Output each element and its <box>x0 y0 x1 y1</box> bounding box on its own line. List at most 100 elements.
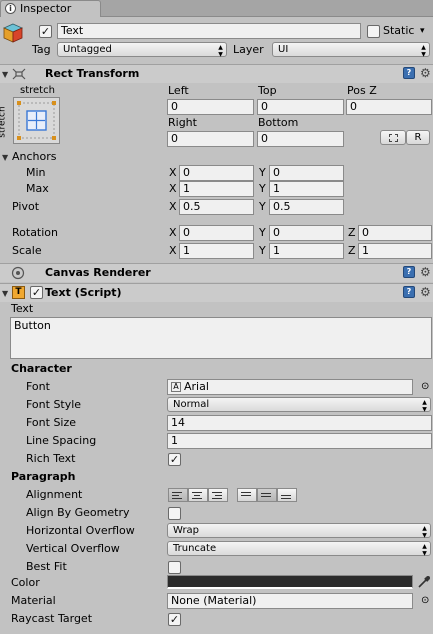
anchors-label: Anchors <box>12 150 57 163</box>
best-fit-checkbox[interactable] <box>168 561 181 574</box>
bottom-label: Bottom <box>258 116 299 129</box>
dropdown-arrow-icon: ▲▼ <box>421 543 428 557</box>
raw-edit-button[interactable]: R <box>406 130 430 145</box>
anchor-preset-icon <box>17 101 56 140</box>
axis-y-label: Y <box>259 244 266 257</box>
rich-text-checkbox[interactable]: ✓ <box>168 453 181 466</box>
vertical-overflow-label: Vertical Overflow <box>26 542 120 555</box>
font-value: Arial <box>184 380 209 393</box>
align-right-button[interactable] <box>208 488 228 502</box>
align-left-icon <box>172 492 182 501</box>
pivot-y-input[interactable]: 0.5 <box>269 199 344 215</box>
raycast-target-label: Raycast Target <box>11 612 93 625</box>
foldout-arrow-icon[interactable]: ▼ <box>2 289 8 298</box>
paragraph-heading: Paragraph <box>11 470 76 483</box>
tab-label: Inspector <box>20 2 72 15</box>
object-name-input[interactable]: Text <box>57 23 361 39</box>
bottom-input[interactable]: 0 <box>257 131 344 147</box>
tag-dropdown[interactable]: Untagged ▲▼ <box>57 42 227 58</box>
line-spacing-input[interactable]: 1 <box>167 433 432 449</box>
align-left-button[interactable] <box>168 488 188 502</box>
color-swatch[interactable] <box>167 575 413 589</box>
align-by-geometry-checkbox[interactable] <box>168 507 181 520</box>
font-size-input[interactable]: 14 <box>167 415 432 431</box>
anchors-foldout-icon[interactable]: ▼ <box>2 153 8 162</box>
text-script-title: Text (Script) <box>45 286 122 299</box>
rotation-x-input[interactable]: 0 <box>179 225 254 241</box>
dropdown-arrow-icon: ▲▼ <box>421 399 428 413</box>
right-label: Right <box>168 116 197 129</box>
active-checkbox[interactable]: ✓ <box>39 25 52 38</box>
align-center-icon <box>192 492 202 501</box>
help-icon[interactable]: ? <box>403 67 415 79</box>
left-input[interactable]: 0 <box>167 99 254 115</box>
gear-icon[interactable]: ⚙ <box>420 67 431 79</box>
align-right-icon <box>212 492 222 501</box>
raycast-target-checkbox[interactable]: ✓ <box>168 613 181 626</box>
anchor-min-x-input[interactable]: 0 <box>179 165 254 181</box>
static-checkbox[interactable] <box>367 25 380 38</box>
rotation-y-input[interactable]: 0 <box>269 225 344 241</box>
align-top-icon <box>241 492 251 501</box>
horizontal-overflow-dropdown[interactable]: Wrap ▲▼ <box>167 523 431 539</box>
align-bottom-icon <box>281 495 291 501</box>
align-center-button[interactable] <box>188 488 208 502</box>
anchor-max-y-input[interactable]: 1 <box>269 181 344 197</box>
axis-y-label: Y <box>259 200 266 213</box>
font-asset-icon: A <box>171 382 181 392</box>
align-middle-button[interactable] <box>257 488 277 502</box>
axis-x-label: X <box>169 244 177 257</box>
foldout-arrow-icon[interactable]: ▼ <box>2 70 8 79</box>
layer-value: UI <box>278 44 289 55</box>
scale-y-input[interactable]: 1 <box>269 243 344 259</box>
dropdown-arrow-icon: ▲▼ <box>217 44 224 58</box>
rotation-z-input[interactable]: 0 <box>358 225 432 241</box>
horizontal-overflow-value: Wrap <box>173 525 200 536</box>
static-dropdown-arrow-icon[interactable]: ▾ <box>420 24 425 38</box>
top-input[interactable]: 0 <box>257 99 344 115</box>
preset-side-label: stretch <box>0 106 8 138</box>
tag-value: Untagged <box>63 44 112 55</box>
gear-icon[interactable]: ⚙ <box>420 266 431 278</box>
gameobject-icon <box>2 22 24 44</box>
posz-input[interactable]: 0 <box>346 99 432 115</box>
material-field[interactable]: None (Material) <box>167 593 413 609</box>
vertical-overflow-dropdown[interactable]: Truncate ▲▼ <box>167 541 431 557</box>
scale-x-input[interactable]: 1 <box>179 243 254 259</box>
scale-label: Scale <box>12 244 42 257</box>
text-enabled-checkbox[interactable]: ✓ <box>30 286 43 299</box>
help-icon[interactable]: ? <box>403 286 415 298</box>
max-label: Max <box>26 182 49 195</box>
anchor-max-x-input[interactable]: 1 <box>179 181 254 197</box>
object-picker-icon[interactable]: ⊙ <box>421 594 429 608</box>
eyedropper-icon[interactable] <box>417 575 431 589</box>
scale-z-input[interactable]: 1 <box>358 243 432 259</box>
object-picker-icon[interactable]: ⊙ <box>421 380 429 394</box>
best-fit-label: Best Fit <box>26 560 67 573</box>
blueprint-icon <box>388 134 398 142</box>
rect-transform-title: Rect Transform <box>45 67 140 80</box>
line-spacing-label: Line Spacing <box>26 434 97 447</box>
character-heading: Character <box>11 362 72 375</box>
alignment-label: Alignment <box>26 488 83 501</box>
anchor-min-y-input[interactable]: 0 <box>269 165 344 181</box>
font-field[interactable]: A Arial <box>167 379 413 395</box>
align-bottom-button[interactable] <box>277 488 297 502</box>
axis-x-label: X <box>169 200 177 213</box>
pivot-x-input[interactable]: 0.5 <box>179 199 254 215</box>
posz-label: Pos Z <box>347 84 377 97</box>
help-icon[interactable]: ? <box>403 266 415 278</box>
text-area[interactable]: Button <box>10 317 432 359</box>
align-top-button[interactable] <box>237 488 257 502</box>
font-style-dropdown[interactable]: Normal ▲▼ <box>167 397 431 413</box>
blueprint-mode-button[interactable] <box>380 130 406 145</box>
gear-icon[interactable]: ⚙ <box>420 286 431 298</box>
tab-inspector[interactable]: i Inspector <box>0 0 101 17</box>
layer-dropdown[interactable]: UI ▲▼ <box>272 42 430 58</box>
anchor-preset-button[interactable] <box>13 97 60 144</box>
vertical-overflow-value: Truncate <box>173 543 217 554</box>
right-input[interactable]: 0 <box>167 131 254 147</box>
text-label: Text <box>11 302 34 315</box>
axis-y-label: Y <box>259 226 266 239</box>
font-label: Font <box>26 380 50 393</box>
